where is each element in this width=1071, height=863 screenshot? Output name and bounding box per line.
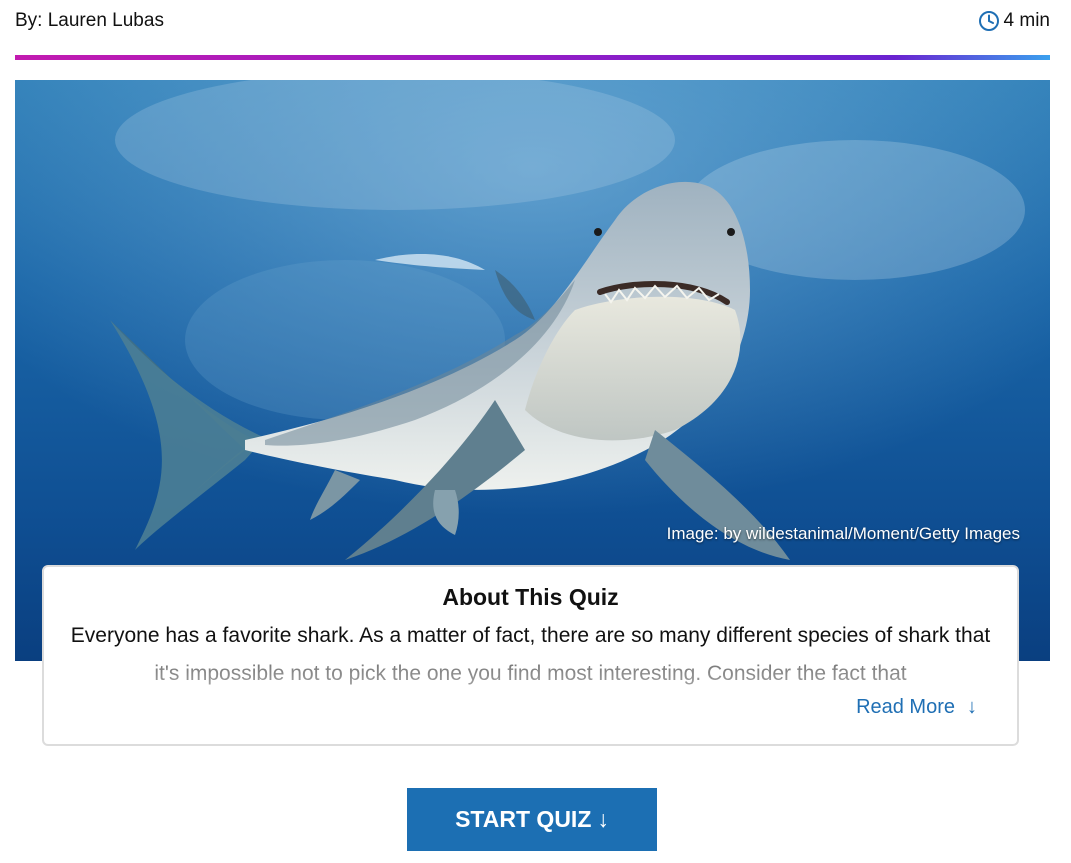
read-more-label: Read More	[856, 696, 955, 718]
about-quiz-card: About This Quiz Everyone has a favorite …	[42, 565, 1019, 746]
quiz-meta-row: By: Lauren Lubas 4 min	[15, 6, 1050, 36]
clock-icon	[978, 10, 1000, 32]
accent-divider	[15, 55, 1050, 60]
about-title: About This Quiz	[442, 584, 619, 610]
image-credit: Image: by wildestanimal/Moment/Getty Ima…	[666, 524, 1020, 543]
read-time-label: 4 min	[1003, 10, 1050, 31]
author-byline: By: Lauren Lubas	[15, 10, 164, 31]
start-quiz-label: START QUIZ	[455, 806, 592, 832]
about-description: Everyone has a favorite shark. As a matt…	[70, 617, 991, 693]
quiz-intro-page: By: Lauren Lubas 4 min Image: by wildest…	[0, 0, 1071, 863]
start-quiz-button[interactable]: START QUIZ ↓	[407, 788, 657, 851]
read-more-link[interactable]: Read More ↓	[856, 696, 977, 719]
arrow-down-icon: ↓	[967, 696, 977, 718]
read-time: 4 min	[978, 10, 1050, 32]
arrow-down-icon: ↓	[597, 806, 609, 832]
